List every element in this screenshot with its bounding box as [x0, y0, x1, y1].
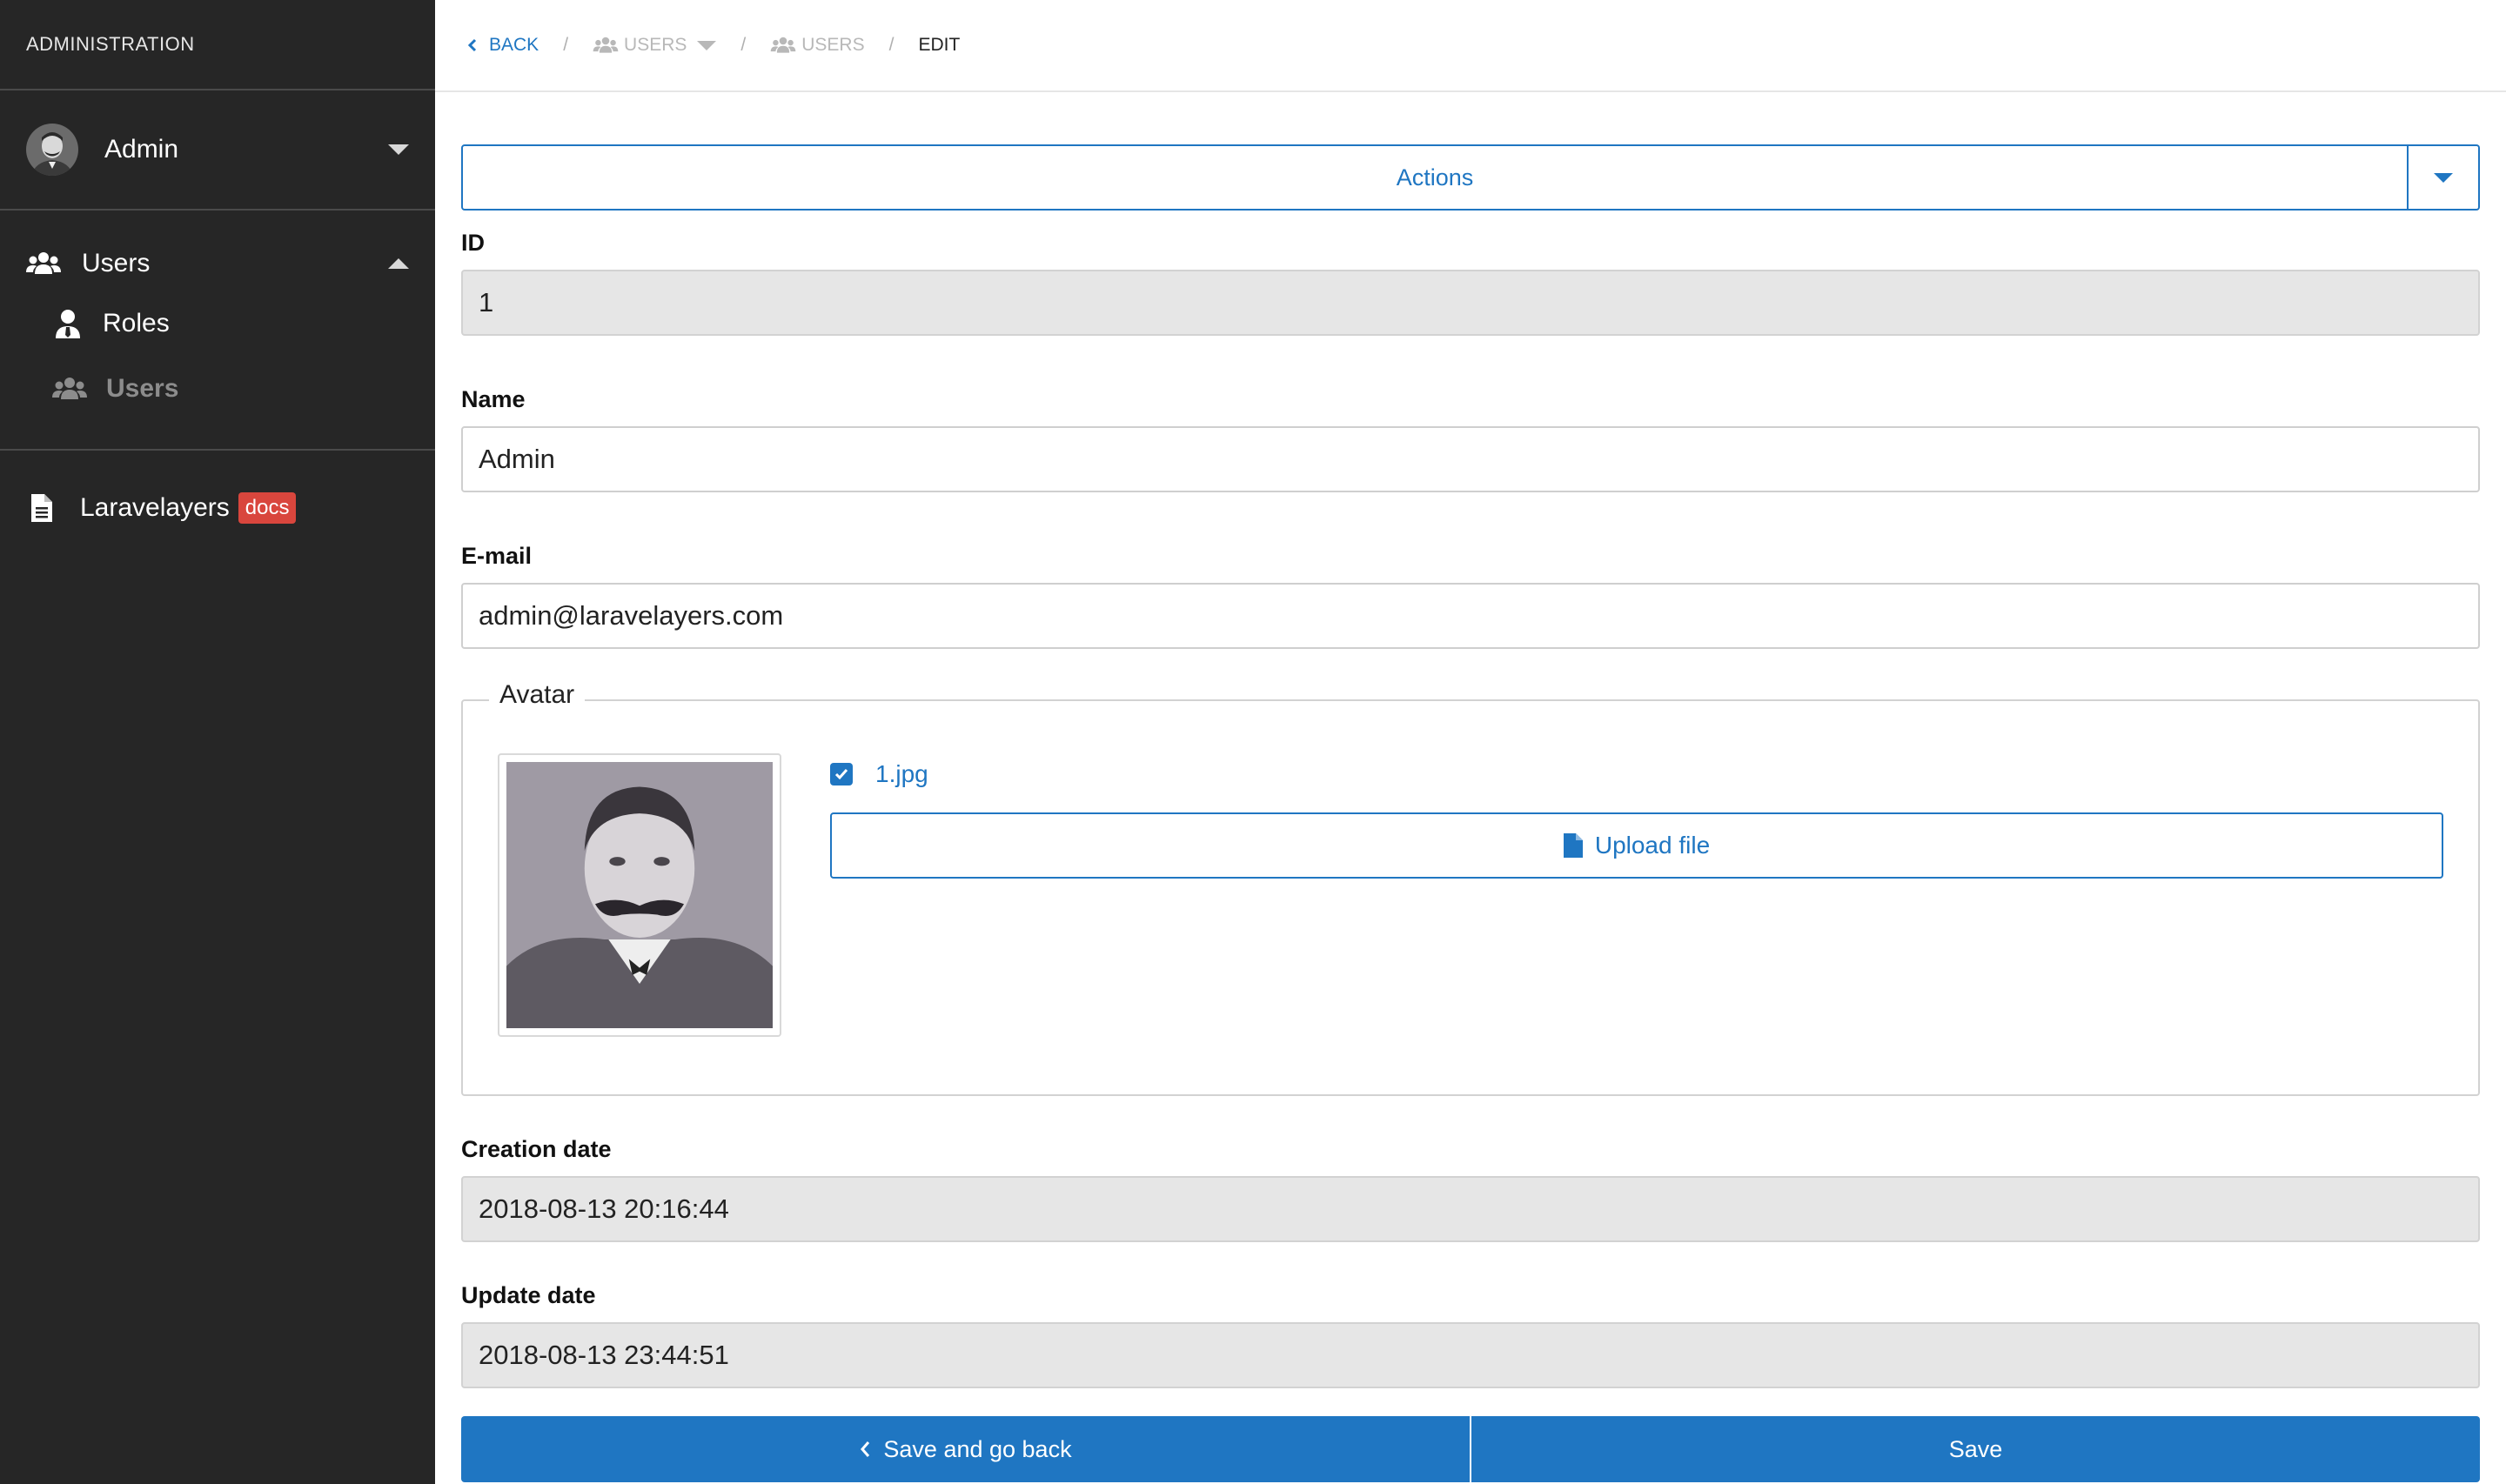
breadcrumb-back[interactable]: BACK	[466, 35, 539, 56]
user-menu[interactable]: Admin	[0, 90, 435, 211]
save-button[interactable]: Save	[1471, 1416, 2480, 1482]
chevron-left-icon	[466, 38, 479, 52]
avatar-image	[506, 762, 773, 1028]
email-label: E-mail	[461, 543, 533, 569]
file-icon	[31, 494, 52, 522]
chevron-up-icon	[388, 258, 409, 269]
chevron-down-icon	[697, 40, 717, 50]
avatar-file-link[interactable]: 1.jpg	[875, 760, 928, 788]
users-icon	[52, 377, 87, 401]
user-tie-icon	[52, 309, 84, 338]
file-icon	[1563, 833, 1583, 858]
save-and-go-back-label: Save and go back	[883, 1435, 1072, 1462]
sidebar-item-users-label: Users	[82, 249, 151, 277]
sidebar-item-laravelayers-label: Laravelayers	[80, 493, 230, 522]
sidebar-item-users-sub-label: Users	[106, 373, 179, 403]
creation-date-label: Creation date	[461, 1136, 612, 1162]
avatar-fieldset: Avatar 1.jpg Upload file	[461, 680, 2480, 1096]
breadcrumb-separator: /	[563, 35, 569, 55]
sidebar-item-laravelayers[interactable]: Laravelayers docs	[0, 492, 435, 524]
breadcrumb-users-dropdown-label: USERS	[624, 35, 687, 55]
breadcrumb-back-label: BACK	[489, 35, 539, 55]
upload-file-button[interactable]: Upload file	[830, 812, 2443, 879]
save-and-go-back-button[interactable]: Save and go back	[461, 1416, 1471, 1482]
breadcrumb-users[interactable]: USERS	[770, 35, 865, 56]
sidebar-item-users[interactable]: Users	[0, 356, 435, 421]
actions-dropdown-toggle[interactable]	[2409, 144, 2480, 211]
breadcrumb-current: EDIT	[918, 35, 961, 55]
sidebar-title: ADMINISTRATION	[0, 0, 435, 90]
avatar-legend: Avatar	[489, 680, 586, 710]
users-icon	[593, 37, 619, 54]
sidebar: ADMINISTRATION Admin Users Roles Users L…	[0, 0, 435, 1484]
chevron-down-icon	[388, 144, 409, 155]
breadcrumb-users-dropdown[interactable]: USERS	[593, 35, 717, 56]
docs-badge: docs	[238, 492, 297, 524]
breadcrumb-separator: /	[888, 35, 895, 55]
avatar-preview	[498, 753, 781, 1037]
sidebar-item-roles-label: Roles	[103, 308, 170, 338]
chevron-down-icon	[2434, 172, 2453, 183]
actions-button[interactable]: Actions	[461, 144, 2409, 211]
breadcrumb-users-label: USERS	[801, 35, 865, 55]
sidebar-item-roles[interactable]: Roles	[0, 291, 435, 356]
sidebar-nav: Users Roles Users	[0, 211, 435, 451]
breadcrumb-separator: /	[740, 35, 747, 55]
id-field[interactable]	[461, 270, 2480, 336]
user-name: Admin	[104, 135, 179, 164]
actions-button-group: Actions	[461, 144, 2480, 211]
email-field[interactable]	[461, 583, 2480, 649]
users-icon	[770, 37, 796, 54]
sidebar-item-users-group[interactable]: Users	[0, 237, 435, 291]
avatar-file-checkbox[interactable]	[830, 763, 853, 785]
creation-date-field[interactable]	[461, 1176, 2480, 1242]
upload-file-label: Upload file	[1594, 832, 1711, 859]
edit-form: Actions ID Name E-mail Avatar	[461, 144, 2480, 1482]
name-label: Name	[461, 386, 526, 412]
users-group-icon	[26, 251, 61, 276]
id-label: ID	[461, 230, 485, 256]
breadcrumb: BACK / USERS / USERS / EDIT	[435, 0, 2506, 92]
name-field[interactable]	[461, 426, 2480, 492]
submit-button-group: Save and go back Save	[461, 1416, 2480, 1482]
avatar	[26, 124, 78, 176]
update-date-field[interactable]	[461, 1322, 2480, 1388]
chevron-left-icon	[859, 1440, 871, 1459]
avatar-file-row: 1.jpg	[830, 760, 928, 788]
update-date-label: Update date	[461, 1282, 596, 1308]
